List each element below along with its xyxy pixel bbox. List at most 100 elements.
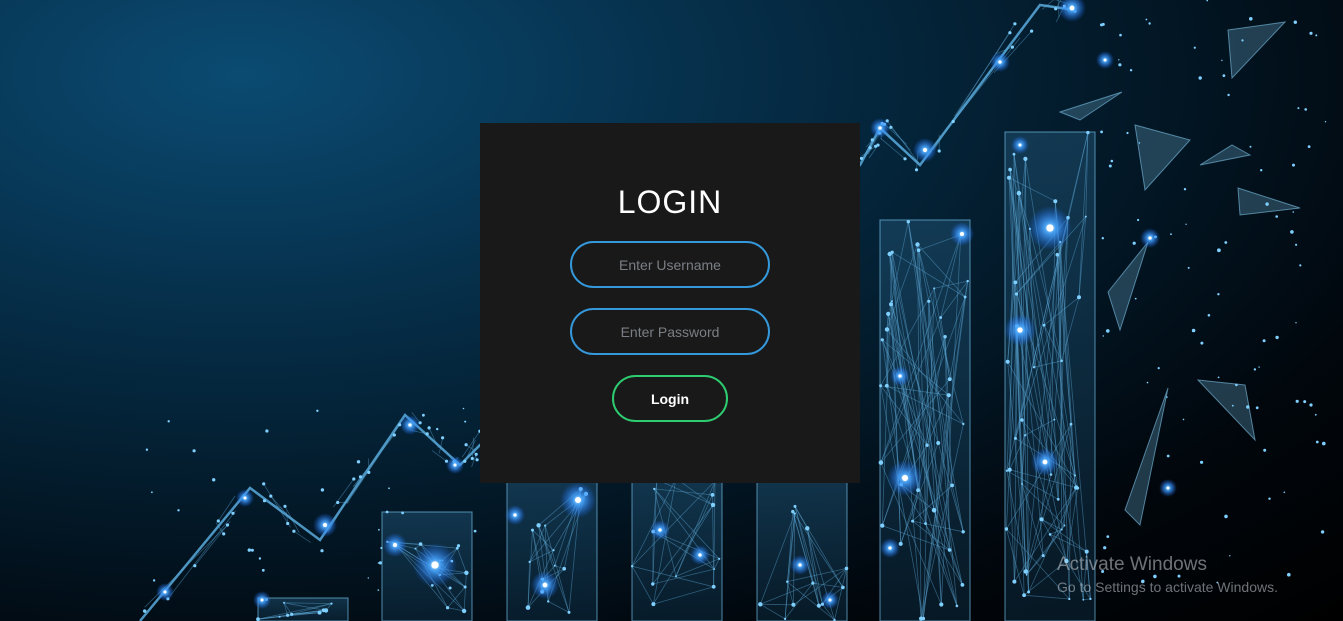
node-dot <box>1086 130 1090 135</box>
node-dot <box>887 251 892 257</box>
star-dot <box>356 460 361 464</box>
shard <box>1196 379 1256 442</box>
star-dot <box>261 568 265 572</box>
shard <box>1237 187 1301 216</box>
node-dot <box>1007 467 1012 472</box>
username-input[interactable] <box>570 241 770 288</box>
node-dot <box>1023 569 1029 574</box>
node-dot <box>1014 292 1019 296</box>
node-dot <box>323 608 329 613</box>
star-dot <box>316 409 319 412</box>
node-dot <box>711 584 716 589</box>
node-dot <box>718 557 721 560</box>
login-button[interactable]: Login <box>612 375 728 422</box>
node-dot <box>1082 598 1085 601</box>
star-dot <box>1102 335 1105 337</box>
star-dot <box>1299 264 1302 267</box>
node-dot <box>1063 524 1066 527</box>
shard <box>1058 91 1123 121</box>
node-dot <box>475 458 479 462</box>
node-dot <box>950 483 954 488</box>
star-dot <box>265 429 269 433</box>
node-dot <box>805 526 810 531</box>
node-dot <box>1076 486 1080 490</box>
glow-core <box>163 590 167 594</box>
node-dot <box>966 279 969 283</box>
node-dot <box>955 604 959 608</box>
glow-core <box>453 463 457 467</box>
node-dot <box>1048 533 1052 536</box>
glow-core <box>698 553 702 557</box>
star-dot <box>1249 17 1253 21</box>
node-dot <box>1022 593 1026 598</box>
node-dot <box>1053 418 1056 421</box>
node-dot <box>463 585 467 589</box>
star-dot <box>1292 211 1295 213</box>
node-dot <box>936 441 941 445</box>
node-dot <box>352 477 356 481</box>
node-dot <box>791 602 796 607</box>
node-dot <box>859 156 864 160</box>
glow-core <box>998 60 1002 64</box>
node-dot <box>446 606 450 610</box>
star-dot <box>1235 383 1238 387</box>
node-dot <box>916 248 921 252</box>
glow-core <box>798 563 802 567</box>
bar-column <box>632 478 722 621</box>
node-dot <box>784 617 787 621</box>
mesh-line <box>952 37 1021 122</box>
star-dot <box>1166 396 1168 398</box>
node-dot <box>1023 156 1028 161</box>
node-dot <box>1012 579 1017 584</box>
star-dot <box>1241 39 1244 42</box>
glow-core <box>960 232 964 236</box>
node-dot <box>222 532 226 536</box>
node-dot <box>358 475 363 479</box>
star-dot <box>1315 440 1319 444</box>
node-dot <box>1039 517 1044 522</box>
star-dot <box>1283 491 1286 494</box>
star-dot <box>1132 241 1136 245</box>
node-dot <box>878 460 884 465</box>
node-dot <box>880 523 885 528</box>
star-dot <box>378 561 382 565</box>
star-dot <box>1217 376 1220 379</box>
star-dot <box>377 589 380 591</box>
node-dot <box>1027 590 1031 594</box>
node-dot <box>1069 422 1073 426</box>
node-dot <box>651 602 656 607</box>
star-dot <box>1108 164 1112 168</box>
node-dot <box>536 523 541 528</box>
node-dot <box>193 564 197 568</box>
node-dot <box>933 287 936 290</box>
star-dot <box>1275 335 1279 340</box>
node-dot <box>1084 549 1089 554</box>
node-dot <box>947 377 952 382</box>
node-dot <box>463 459 467 463</box>
glow-core <box>658 528 662 532</box>
node-dot <box>903 157 907 161</box>
star-dot <box>1119 33 1122 37</box>
node-dot <box>925 443 929 447</box>
node-dot <box>1024 434 1027 437</box>
node-dot <box>1077 295 1081 300</box>
password-input[interactable] <box>570 308 770 355</box>
glow-core <box>1069 5 1075 11</box>
node-dot <box>461 608 467 614</box>
star-dot <box>1145 18 1148 21</box>
star-dot <box>320 488 325 492</box>
star-dot <box>1103 546 1107 550</box>
star-dot <box>367 577 369 579</box>
node-dot <box>947 548 952 552</box>
node-dot <box>906 220 910 224</box>
node-dot <box>868 146 872 150</box>
star-dot <box>378 528 380 531</box>
star-dot <box>1217 293 1220 296</box>
shard <box>1199 144 1252 166</box>
node-dot <box>1025 573 1028 576</box>
star-dot <box>1309 403 1313 407</box>
node-dot <box>793 504 797 508</box>
glow-core <box>878 126 882 130</box>
node-dot <box>811 581 815 585</box>
star-dot <box>1206 0 1208 2</box>
